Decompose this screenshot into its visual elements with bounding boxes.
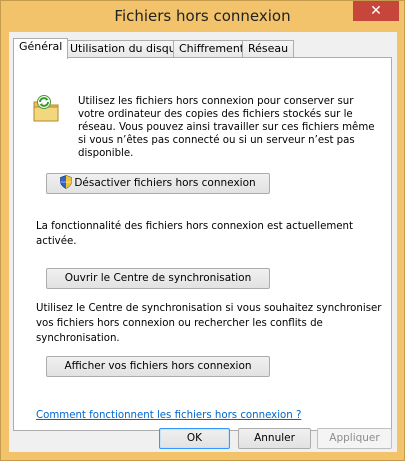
view-offline-files-button[interactable]: Afficher vos fichiers hors connexion xyxy=(46,356,270,377)
sync-center-text: Utilisez le Centre de synchronisation si… xyxy=(36,303,382,344)
general-tab-panel: Utilisez les fichiers hors connexion pou… xyxy=(13,57,392,431)
status-text: La fonctionnalité des fichiers hors conn… xyxy=(36,221,353,247)
tab-network[interactable]: Réseau xyxy=(242,40,295,57)
open-sync-center-button[interactable]: Ouvrir le Centre de synchronisation xyxy=(46,268,270,289)
close-button[interactable]: ✕ xyxy=(353,1,399,21)
apply-button[interactable]: Appliquer xyxy=(317,428,392,449)
close-icon: ✕ xyxy=(370,3,382,19)
cancel-button[interactable]: Annuler xyxy=(238,428,311,449)
disable-offline-files-label: Désactiver fichiers hors connexion xyxy=(74,177,256,189)
ok-button[interactable]: OK xyxy=(159,428,230,449)
tab-encryption[interactable]: Chiffrement xyxy=(173,40,251,57)
disable-offline-files-button[interactable]: Désactiver fichiers hors connexion xyxy=(46,173,270,194)
offline-files-icon xyxy=(33,95,59,122)
tab-disk-usage[interactable]: Utilisation du disque xyxy=(64,40,189,57)
uac-shield-icon xyxy=(60,175,73,189)
window-title: Fichiers hors connexion xyxy=(114,7,291,25)
intro-text: Utilisez les fichiers hors connexion pou… xyxy=(78,96,375,159)
dialog-client: Général Utilisation du disque Chiffremen… xyxy=(9,32,397,452)
title-bar[interactable]: Fichiers hors connexion ✕ xyxy=(1,1,404,31)
tab-general[interactable]: Général xyxy=(13,38,69,59)
help-link[interactable]: Comment fonctionnent les fichiers hors c… xyxy=(36,410,301,421)
dialog-window: Fichiers hors connexion ✕ Général Utilis… xyxy=(0,0,405,461)
